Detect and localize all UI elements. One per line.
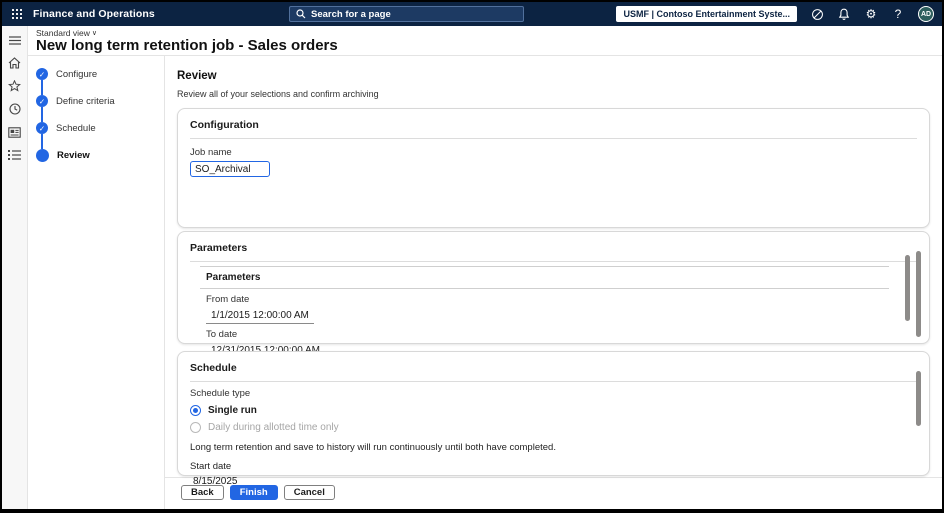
configuration-card: Configuration Job name: [177, 108, 930, 228]
finish-button[interactable]: Finish: [229, 485, 278, 500]
step-label-configure: Configure: [56, 68, 98, 80]
step-completed-check-icon: [36, 95, 48, 107]
parameters-card: Parameters Parameters From date 1/1/2015…: [177, 231, 930, 359]
back-button[interactable]: Back: [181, 485, 224, 500]
schedule-title: Schedule: [190, 362, 237, 374]
search-placeholder: Search for a page: [311, 8, 391, 20]
from-date-field[interactable]: 1/1/2015 12:00:00 AM: [206, 309, 314, 324]
start-date-value: 8/15/2025: [193, 476, 238, 487]
step-active-dot-icon: [36, 149, 49, 162]
radio-daily-allotted: Daily during allotted time only: [190, 422, 917, 433]
app-title: Finance and Operations: [33, 8, 155, 20]
parameters-card-header: Parameters: [190, 232, 917, 262]
schedule-type-label: Schedule type: [190, 388, 251, 399]
schedule-note: Long term retention and save to history …: [190, 442, 556, 453]
schedule-scrollbar[interactable]: [916, 371, 921, 426]
schedule-card-header: Schedule: [190, 352, 917, 382]
from-date-label: From date: [206, 294, 250, 305]
step-connector: [41, 80, 43, 95]
parameters-inner-title: Parameters: [200, 267, 889, 289]
wizard-steps-panel: Configure Define criteria Schedule: [28, 56, 165, 509]
settings-gear-icon[interactable]: ⚙: [864, 7, 878, 21]
user-avatar[interactable]: AD: [918, 6, 934, 22]
parameters-outer-scrollbar[interactable]: [916, 251, 921, 337]
step-connector: [41, 134, 43, 149]
step-completed-check-icon: [36, 122, 48, 134]
configuration-card-header: Configuration: [190, 109, 917, 139]
page-title: New long term retention job - Sales orde…: [36, 37, 338, 54]
review-heading: Review: [177, 70, 217, 82]
job-name-label: Job name: [190, 147, 232, 158]
company-picker-button[interactable]: USMF | Contoso Entertainment Syste...: [616, 6, 797, 22]
step-label-schedule: Schedule: [56, 122, 96, 134]
radio-single-run[interactable]: Single run: [190, 405, 917, 416]
favorites-star-icon[interactable]: [8, 79, 22, 93]
left-nav-rail: [2, 26, 28, 509]
page-search-input[interactable]: Search for a page: [289, 6, 524, 22]
app-launcher-waffle-icon[interactable]: [12, 8, 23, 20]
radio-single-run-label: Single run: [208, 405, 257, 416]
notifications-bell-icon[interactable]: [837, 7, 851, 21]
to-date-label: To date: [206, 329, 238, 340]
wizard-step-configure[interactable]: Configure: [36, 68, 164, 80]
wizard-step-schedule[interactable]: Schedule: [36, 122, 164, 134]
modules-list-icon[interactable]: [8, 148, 22, 162]
review-subheading: Review all of your selections and confir…: [177, 89, 379, 99]
job-name-input[interactable]: [190, 161, 270, 177]
parameters-title: Parameters: [190, 242, 248, 254]
workspaces-icon[interactable]: [8, 125, 22, 139]
page-header: Standard view ∨ New long term retention …: [28, 26, 942, 56]
radio-daily-allotted-label: Daily during allotted time only: [208, 422, 339, 433]
schedule-card: Schedule Schedule type Single run Daily …: [177, 351, 930, 487]
recent-clock-icon[interactable]: [8, 102, 22, 116]
screenshot-frame: Finance and Operations Search for a page…: [0, 0, 944, 513]
wizard-step-review[interactable]: Review: [36, 149, 164, 162]
review-content: Review Review all of your selections and…: [165, 56, 942, 509]
parameters-inner-scrollbar[interactable]: [905, 255, 910, 321]
radio-unselected-icon: [190, 422, 201, 433]
app-window: Finance and Operations Search for a page…: [2, 2, 942, 509]
wizard-step-define-criteria[interactable]: Define criteria: [36, 95, 164, 107]
topbar-actions: USMF | Contoso Entertainment Syste... ⚙ …: [616, 6, 934, 22]
start-date-label: Start date: [190, 461, 232, 472]
step-connector: [41, 107, 43, 122]
search-icon: [296, 9, 306, 19]
step-label-define-criteria: Define criteria: [56, 95, 115, 107]
hamburger-menu-icon[interactable]: [8, 33, 22, 47]
cancel-button[interactable]: Cancel: [283, 485, 335, 500]
parameters-inner-panel: Parameters From date 1/1/2015 12:00:00 A…: [200, 266, 889, 359]
home-icon[interactable]: [8, 56, 22, 70]
top-navbar: Finance and Operations Search for a page…: [2, 2, 942, 26]
configuration-title: Configuration: [190, 119, 259, 131]
chevron-down-icon: ∨: [91, 29, 97, 37]
step-label-review: Review: [57, 150, 90, 161]
assistant-icon[interactable]: [810, 7, 824, 21]
step-completed-check-icon: [36, 68, 48, 80]
help-icon[interactable]: ?: [891, 7, 905, 21]
radio-selected-icon: [190, 405, 201, 416]
